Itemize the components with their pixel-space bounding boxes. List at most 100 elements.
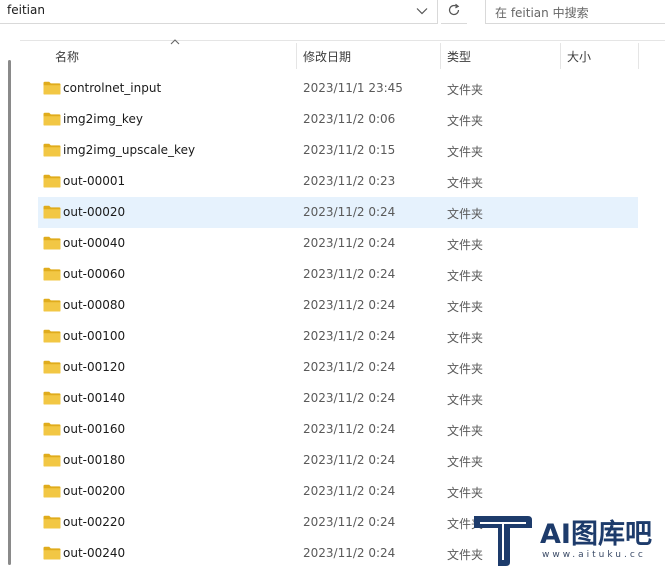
file-name[interactable]: out-00200 (63, 484, 125, 498)
column-date-label: 修改日期 (303, 49, 352, 64)
column-divider[interactable] (296, 43, 297, 69)
file-row[interactable]: out-00001 2023/11/2 0:23 文件夹 (38, 166, 638, 197)
file-name[interactable]: out-00020 (63, 205, 125, 219)
file-row[interactable]: out-00140 2023/11/2 0:24 文件夹 (38, 383, 638, 414)
file-row[interactable]: img2img_upscale_key 2023/11/2 0:15 文件夹 (38, 135, 638, 166)
watermark-subtitle: www.aituku.cc (542, 550, 646, 560)
file-name[interactable]: controlnet_input (63, 81, 161, 95)
file-type: 文件夹 (447, 362, 484, 376)
file-modified-date: 2023/11/2 0:24 (303, 422, 396, 436)
column-name-label: 名称 (55, 49, 80, 64)
watermark-t-icon (474, 516, 532, 566)
folder-icon (43, 546, 61, 560)
watermark-title: AI图库吧 (540, 519, 652, 550)
file-row[interactable]: out-00200 2023/11/2 0:24 文件夹 (38, 476, 638, 507)
file-name[interactable]: out-00060 (63, 267, 125, 281)
file-row[interactable]: img2img_key 2023/11/2 0:06 文件夹 (38, 104, 638, 135)
file-type: 文件夹 (447, 114, 484, 128)
file-modified-date: 2023/11/2 0:23 (303, 174, 396, 188)
file-modified-date: 2023/11/2 0:24 (303, 360, 396, 374)
folder-icon (43, 391, 61, 405)
file-row[interactable]: out-00100 2023/11/2 0:24 文件夹 (38, 321, 638, 352)
watermark-logo: AI图库吧 www.aituku.cc (470, 510, 660, 568)
file-name[interactable]: img2img_upscale_key (63, 143, 195, 157)
file-name[interactable]: img2img_key (63, 112, 143, 126)
file-type: 文件夹 (447, 269, 484, 283)
address-path[interactable]: feitian (7, 3, 45, 17)
folder-icon (43, 298, 61, 312)
column-type-label: 类型 (447, 49, 472, 64)
file-row[interactable]: out-00060 2023/11/2 0:24 文件夹 (38, 259, 638, 290)
file-name[interactable]: out-00040 (63, 236, 125, 250)
file-type: 文件夹 (447, 83, 484, 97)
file-modified-date: 2023/11/2 0:24 (303, 546, 396, 560)
file-name[interactable]: out-00001 (63, 174, 125, 188)
folder-icon (43, 360, 61, 374)
column-size[interactable]: 大小 (567, 41, 637, 71)
file-type: 文件夹 (447, 455, 484, 469)
column-type[interactable]: 类型 (447, 41, 559, 71)
folder-icon (43, 422, 61, 436)
file-modified-date: 2023/11/2 0:24 (303, 453, 396, 467)
file-modified-date: 2023/11/2 0:24 (303, 329, 396, 343)
file-modified-date: 2023/11/2 0:15 (303, 143, 396, 157)
file-modified-date: 2023/11/2 0:06 (303, 112, 396, 126)
file-row[interactable]: out-00080 2023/11/2 0:24 文件夹 (38, 290, 638, 321)
column-size-label: 大小 (567, 49, 592, 64)
folder-icon (43, 453, 61, 467)
file-type: 文件夹 (447, 424, 484, 438)
chevron-down-icon[interactable] (410, 0, 434, 22)
file-name[interactable]: out-00140 (63, 391, 125, 405)
file-modified-date: 2023/11/2 0:24 (303, 484, 396, 498)
folder-icon (43, 112, 61, 126)
file-type: 文件夹 (447, 207, 484, 221)
file-row[interactable]: out-00120 2023/11/2 0:24 文件夹 (38, 352, 638, 383)
file-type: 文件夹 (447, 331, 484, 345)
file-type: 文件夹 (447, 145, 484, 159)
folder-icon (43, 143, 61, 157)
refresh-button[interactable] (441, 0, 467, 24)
file-row[interactable]: out-00020 2023/11/2 0:24 文件夹 (38, 197, 638, 228)
file-modified-date: 2023/11/2 0:24 (303, 298, 396, 312)
file-type: 文件夹 (447, 176, 484, 190)
address-bar[interactable]: feitian (0, 0, 438, 24)
file-modified-date: 2023/11/2 0:24 (303, 267, 396, 281)
file-type: 文件夹 (447, 486, 484, 500)
column-divider[interactable] (638, 43, 639, 69)
file-type: 文件夹 (447, 393, 484, 407)
file-list: controlnet_input 2023/11/1 23:45 文件夹 img… (38, 73, 638, 569)
search-input[interactable]: 在 feitian 中搜索 (485, 0, 665, 24)
column-date[interactable]: 修改日期 (303, 41, 439, 71)
column-divider[interactable] (440, 43, 441, 69)
top-bar: feitian 在 feitian 中搜索 (0, 0, 665, 38)
folder-icon (43, 81, 61, 95)
search-placeholder: 在 feitian 中搜索 (495, 6, 589, 20)
column-divider[interactable] (560, 43, 561, 69)
file-row[interactable]: out-00040 2023/11/2 0:24 文件夹 (38, 228, 638, 259)
file-modified-date: 2023/11/1 23:45 (303, 81, 403, 95)
file-name[interactable]: out-00180 (63, 453, 125, 467)
file-name[interactable]: out-00100 (63, 329, 125, 343)
folder-icon (43, 236, 61, 250)
file-name[interactable]: out-00160 (63, 422, 125, 436)
folder-icon (43, 329, 61, 343)
file-row[interactable]: out-00180 2023/11/2 0:24 文件夹 (38, 445, 638, 476)
file-row[interactable]: controlnet_input 2023/11/1 23:45 文件夹 (38, 73, 638, 104)
file-modified-date: 2023/11/2 0:24 (303, 205, 396, 219)
file-modified-date: 2023/11/2 0:24 (303, 236, 396, 250)
file-modified-date: 2023/11/2 0:24 (303, 515, 396, 529)
column-header: 名称 修改日期 类型 大小 (20, 39, 665, 71)
file-type: 文件夹 (447, 300, 484, 314)
file-name[interactable]: out-00240 (63, 546, 125, 560)
file-name[interactable]: out-00220 (63, 515, 125, 529)
navigation-pane-edge (0, 40, 20, 571)
column-name[interactable]: 名称 (55, 41, 295, 71)
scrollbar[interactable] (8, 60, 11, 565)
file-row[interactable]: out-00160 2023/11/2 0:24 文件夹 (38, 414, 638, 445)
folder-icon (43, 267, 61, 281)
folder-icon (43, 174, 61, 188)
file-modified-date: 2023/11/2 0:24 (303, 391, 396, 405)
file-name[interactable]: out-00120 (63, 360, 125, 374)
file-name[interactable]: out-00080 (63, 298, 125, 312)
refresh-icon (447, 3, 461, 20)
